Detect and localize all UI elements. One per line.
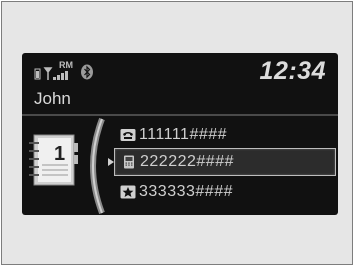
contact-name: John xyxy=(34,89,71,108)
status-bar: RM 12:34 xyxy=(22,53,338,87)
favorite-star-icon xyxy=(120,185,136,199)
mobile-phone-icon xyxy=(124,155,134,169)
bluetooth-icon xyxy=(81,64,93,80)
phone-number: 111111#### xyxy=(139,126,228,143)
clock: 12:34 xyxy=(259,57,326,85)
phone-number: 333333#### xyxy=(139,183,233,200)
svg-text:1: 1 xyxy=(54,143,65,165)
phone-battery-icon xyxy=(34,68,41,80)
list-item-selected[interactable]: 222222#### xyxy=(114,148,336,176)
list-arc-decoration xyxy=(90,117,105,215)
divider xyxy=(22,114,338,116)
figure-frame: RM 12:34 John 1 111111#### 222222#### 33… xyxy=(1,1,353,265)
signal-strength-icon: RM xyxy=(43,60,73,80)
phonebook-icon: 1 xyxy=(29,134,78,186)
phone-number-list: 111111#### 222222#### 333333#### xyxy=(108,119,338,215)
svg-text:RM: RM xyxy=(59,60,73,70)
list-item[interactable]: 333333#### xyxy=(114,178,336,206)
home-phone-icon xyxy=(120,129,136,141)
phone-number: 222222#### xyxy=(140,153,234,170)
audio-display-screen: RM 12:34 John 1 111111#### 222222#### 33… xyxy=(22,53,338,215)
list-item[interactable]: 111111#### xyxy=(114,121,336,149)
